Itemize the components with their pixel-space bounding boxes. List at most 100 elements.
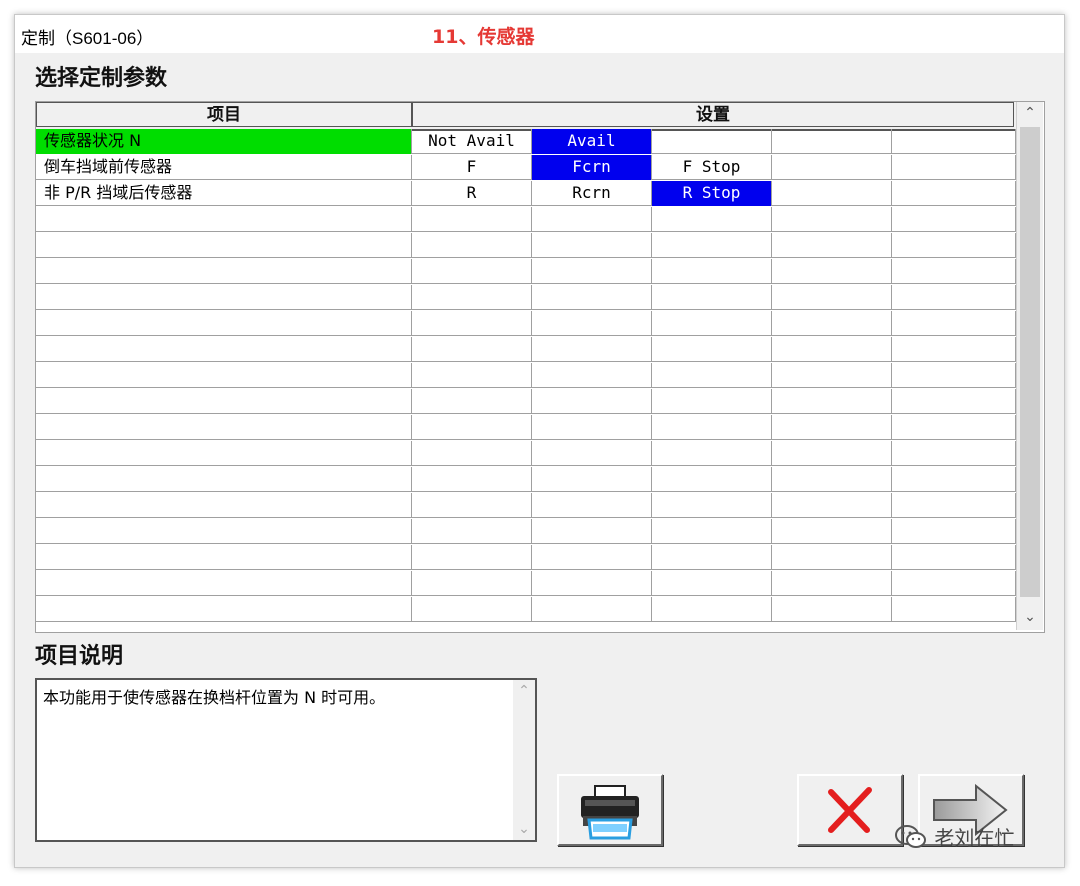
scroll-thumb[interactable] [1020, 127, 1040, 597]
grid-option-cell[interactable]: F Stop [652, 155, 772, 180]
grid-option-cell[interactable] [772, 129, 892, 154]
table-row [36, 571, 1016, 596]
grid-empty-cell [772, 493, 892, 518]
grid-empty-cell [36, 571, 412, 596]
grid-empty-cell [36, 259, 412, 284]
grid-empty-cell [532, 337, 652, 362]
grid-empty-cell [652, 571, 772, 596]
grid-empty-cell [412, 285, 532, 310]
grid-empty-cell [652, 493, 772, 518]
grid-option-cell[interactable] [892, 155, 1016, 180]
grid-empty-cell [652, 519, 772, 544]
grid-empty-cell [772, 311, 892, 336]
table-row [36, 519, 1016, 544]
grid-option-cell[interactable] [772, 181, 892, 206]
grid-empty-cell [652, 207, 772, 232]
grid-option-cell[interactable] [772, 155, 892, 180]
grid-empty-cell [412, 259, 532, 284]
grid-empty-cell [412, 389, 532, 414]
header-item: 项目 [36, 102, 412, 127]
grid-empty-cell [412, 415, 532, 440]
printer-icon [581, 785, 639, 840]
header-setting: 设置 [412, 102, 1014, 127]
description-heading: 项目说明 [35, 644, 124, 669]
grid-empty-cell [412, 493, 532, 518]
grid-item-cell[interactable]: 传感器状况 N [36, 129, 412, 154]
grid-empty-cell [532, 571, 652, 596]
grid-empty-cell [652, 467, 772, 492]
grid-empty-cell [412, 467, 532, 492]
grid-option-cell[interactable]: R Stop [652, 181, 772, 206]
grid-empty-cell [532, 519, 652, 544]
print-button[interactable] [557, 774, 663, 846]
table-row: 倒车挡域前传感器 F Fcrn F Stop [36, 155, 1016, 180]
table-row [36, 259, 1016, 284]
table-row [36, 285, 1016, 310]
grid-empty-cell [36, 207, 412, 232]
grid-option-cell[interactable]: Not Avail [412, 129, 532, 154]
grid-option-cell[interactable] [892, 129, 1016, 154]
grid-empty-cell [412, 233, 532, 258]
grid-option-cell[interactable] [652, 129, 772, 154]
grid-empty-cell [772, 415, 892, 440]
grid-option-cell[interactable]: Fcrn [532, 155, 652, 180]
grid-empty-cell [892, 233, 1016, 258]
grid-empty-cell [892, 519, 1016, 544]
grid-empty-cell [772, 233, 892, 258]
grid-empty-cell [652, 389, 772, 414]
grid-empty-cell [892, 441, 1016, 466]
table-row [36, 389, 1016, 414]
description-scrollbar[interactable]: ⌃ ⌄ [513, 680, 535, 840]
grid-option-cell[interactable]: F [412, 155, 532, 180]
grid-empty-cell [532, 493, 652, 518]
grid-empty-cell [532, 311, 652, 336]
grid-empty-cell [412, 207, 532, 232]
grid-empty-cell [892, 415, 1016, 440]
grid-empty-cell [772, 363, 892, 388]
grid-empty-cell [532, 415, 652, 440]
grid-empty-cell [892, 571, 1016, 596]
grid-empty-cell [772, 285, 892, 310]
watermark-text: 老刘在忙 [934, 826, 1015, 850]
table-row [36, 545, 1016, 570]
grid-empty-cell [36, 597, 412, 622]
grid-empty-cell [652, 545, 772, 570]
grid-empty-cell [892, 493, 1016, 518]
grid-option-cell[interactable]: Avail [532, 129, 652, 154]
grid-option-cell[interactable] [892, 181, 1016, 206]
grid-empty-cell [652, 259, 772, 284]
grid-empty-cell [532, 285, 652, 310]
cancel-button[interactable] [797, 774, 903, 846]
grid-scrollbar[interactable]: ⌃ ⌄ [1016, 102, 1043, 630]
grid-empty-cell [36, 389, 412, 414]
grid-empty-cell [36, 363, 412, 388]
table-row [36, 493, 1016, 518]
grid-empty-cell [412, 519, 532, 544]
grid-item-cell[interactable]: 非 P/R 挡域后传感器 [36, 181, 412, 206]
grid-empty-cell [36, 311, 412, 336]
grid-empty-cell [532, 207, 652, 232]
description-text: 本功能用于使传感器在换档杆位置为 N 时可用。 [43, 688, 386, 707]
scroll-up-icon[interactable]: ⌃ [1017, 102, 1043, 124]
grid-option-cell[interactable]: Rcrn [532, 181, 652, 206]
scroll-down-icon[interactable]: ⌄ [513, 818, 535, 840]
grid-empty-cell [772, 337, 892, 362]
title-annotation: 11、传感器 [432, 26, 535, 48]
window-title: 定制（S601-06） [21, 29, 154, 48]
grid-empty-cell [652, 415, 772, 440]
grid-empty-cell [892, 597, 1016, 622]
red-x-icon [828, 787, 872, 833]
grid-empty-cell [412, 363, 532, 388]
grid-empty-cell [36, 519, 412, 544]
grid-empty-cell [892, 467, 1016, 492]
grid-empty-cell [36, 415, 412, 440]
grid-empty-cell [412, 337, 532, 362]
grid-item-cell[interactable]: 倒车挡域前传感器 [36, 155, 412, 180]
grid-option-cell[interactable]: R [412, 181, 532, 206]
grid-empty-cell [532, 363, 652, 388]
scroll-down-icon[interactable]: ⌄ [1017, 606, 1043, 628]
table-row [36, 363, 1016, 388]
scroll-up-icon[interactable]: ⌃ [513, 680, 535, 702]
grid-empty-cell [36, 467, 412, 492]
grid-empty-cell [772, 597, 892, 622]
